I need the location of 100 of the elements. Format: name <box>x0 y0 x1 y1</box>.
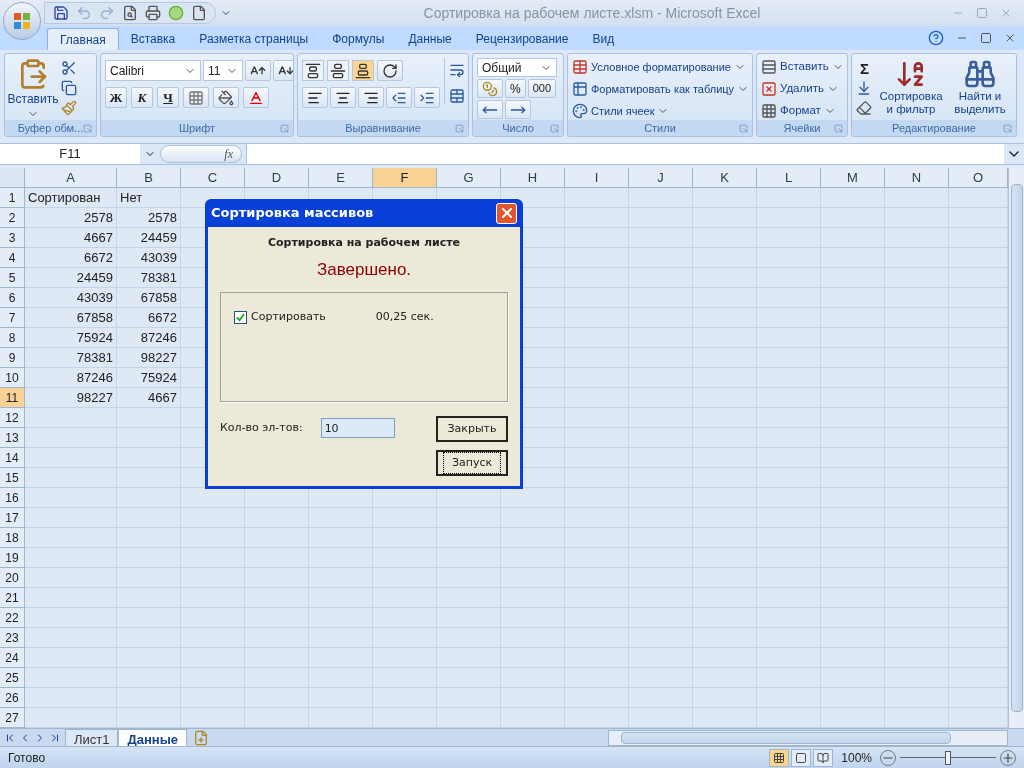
column-header[interactable]: I <box>565 168 629 187</box>
ribbon-tab[interactable]: Вставка <box>118 28 188 50</box>
zoom-slider[interactable] <box>900 750 996 765</box>
print-preview-icon[interactable] <box>122 5 138 21</box>
autosum-button[interactable]: Σ <box>856 58 873 76</box>
underline-button[interactable]: Ч <box>157 87 179 108</box>
column-header[interactable]: N <box>885 168 949 187</box>
fill-color-button[interactable] <box>213 87 239 108</box>
slider-thumb[interactable] <box>945 750 951 765</box>
column-header[interactable]: C <box>181 168 245 187</box>
column-header[interactable]: H <box>501 168 565 187</box>
copy-icon[interactable] <box>61 80 77 96</box>
page-layout-button[interactable] <box>791 748 812 767</box>
row-header[interactable]: 11 <box>0 388 25 408</box>
cells-menu-button[interactable]: Удалить <box>761 80 844 98</box>
styles-menu-button[interactable]: Стили ячеек <box>572 102 750 120</box>
row-header[interactable]: 2 <box>0 208 25 228</box>
cut-icon[interactable] <box>61 60 77 76</box>
find-select-button[interactable]: Найти и выделить <box>949 58 1011 116</box>
increase-decimal-button[interactable] <box>477 100 503 119</box>
column-header[interactable]: G <box>437 168 501 187</box>
row-header[interactable]: 12 <box>0 408 25 428</box>
align-left-button[interactable] <box>302 87 328 108</box>
row-header[interactable]: 3 <box>0 228 25 248</box>
merge-cells-icon[interactable] <box>449 88 465 104</box>
column-header[interactable]: M <box>821 168 885 187</box>
decrease-indent-button[interactable] <box>386 87 412 108</box>
column-header[interactable]: K <box>693 168 757 187</box>
office-button[interactable] <box>3 2 41 40</box>
ribbon-tab[interactable]: Вид <box>580 28 627 50</box>
ribbon-tab[interactable]: Данные <box>396 28 464 50</box>
help-icon[interactable] <box>928 30 944 46</box>
column-header[interactable]: J <box>629 168 693 187</box>
align-middle-button[interactable] <box>327 60 349 81</box>
row-header[interactable]: 25 <box>0 668 25 688</box>
row-header[interactable]: 16 <box>0 488 25 508</box>
align-bottom-button[interactable] <box>352 60 374 81</box>
checkbox-square[interactable] <box>234 310 247 324</box>
styles-menu-button[interactable]: Форматировать как таблицу <box>572 80 750 98</box>
row-header[interactable]: 19 <box>0 548 25 568</box>
row-header[interactable]: 15 <box>0 468 25 488</box>
sort-filter-button[interactable]: Сортировка и фильтр <box>877 58 945 116</box>
page-break-button[interactable] <box>813 748 834 767</box>
fill-icon[interactable] <box>856 80 872 96</box>
normal-view-button[interactable] <box>769 748 790 767</box>
currency-button[interactable] <box>477 79 503 98</box>
eraser-icon[interactable] <box>856 100 872 116</box>
name-box[interactable]: F11 <box>0 144 140 164</box>
ribbon-tab[interactable]: Формулы <box>320 28 397 50</box>
print-icon[interactable] <box>145 5 161 21</box>
italic-button[interactable]: К <box>131 87 153 108</box>
increase-indent-button[interactable] <box>414 87 440 108</box>
row-header[interactable]: 14 <box>0 448 25 468</box>
align-center-button[interactable] <box>330 87 356 108</box>
new-document-icon[interactable] <box>191 5 207 21</box>
font-name-field[interactable]: Calibri <box>105 60 201 81</box>
formula-field[interactable] <box>246 144 1004 164</box>
row-header[interactable]: 26 <box>0 688 25 708</box>
row-header[interactable]: 17 <box>0 508 25 528</box>
borders-button[interactable] <box>183 87 209 108</box>
row-header[interactable]: 4 <box>0 248 25 268</box>
bold-button[interactable]: Ж <box>105 87 127 108</box>
row-header[interactable]: 20 <box>0 568 25 588</box>
row-header[interactable]: 18 <box>0 528 25 548</box>
percent-button[interactable]: % <box>505 79 526 98</box>
thousands-button[interactable]: 000 <box>527 79 557 98</box>
ribbon-tab[interactable]: Разметка страницы <box>187 28 321 50</box>
sheet-tab[interactable]: Лист1 <box>65 728 119 747</box>
row-header[interactable]: 5 <box>0 268 25 288</box>
horizontal-scrollbar[interactable] <box>608 729 1008 746</box>
last-sheet-icon[interactable] <box>49 731 61 744</box>
row-header[interactable]: 27 <box>0 708 25 728</box>
decrease-decimal-button[interactable] <box>505 100 531 119</box>
count-field[interactable]: 10 <box>320 418 395 438</box>
wrap-text-icon[interactable] <box>449 62 465 78</box>
column-header[interactable]: D <box>245 168 309 187</box>
orientation-button[interactable] <box>377 60 403 81</box>
dialog-button[interactable]: Закрыть <box>436 416 508 442</box>
row-header[interactable]: 9 <box>0 348 25 368</box>
ribbon-tab[interactable]: Главная <box>47 28 119 50</box>
column-header[interactable]: L <box>757 168 821 187</box>
row-header[interactable]: 7 <box>0 308 25 328</box>
cells-menu-button[interactable]: Формат <box>761 102 844 120</box>
function-button[interactable]: fx <box>160 145 242 163</box>
dialog-button[interactable]: Запуск <box>436 450 508 476</box>
row-header[interactable]: 8 <box>0 328 25 348</box>
row-header[interactable]: 10 <box>0 368 25 388</box>
close-button[interactable] <box>496 202 517 224</box>
row-header[interactable]: 22 <box>0 608 25 628</box>
row-header[interactable]: 6 <box>0 288 25 308</box>
maximize-icon[interactable] <box>980 32 992 44</box>
font-size-field[interactable]: 11 <box>203 60 243 81</box>
number-format-field[interactable]: Общий <box>477 58 557 77</box>
cells-menu-button[interactable]: Вставить <box>761 58 844 76</box>
row-header[interactable]: 21 <box>0 588 25 608</box>
paste-button[interactable]: Вставить <box>9 58 57 120</box>
sort-checkbox[interactable]: Сортировать <box>234 309 326 326</box>
first-sheet-icon[interactable] <box>4 731 16 744</box>
shrink-font-button[interactable] <box>273 60 293 81</box>
grow-font-button[interactable] <box>245 60 271 81</box>
